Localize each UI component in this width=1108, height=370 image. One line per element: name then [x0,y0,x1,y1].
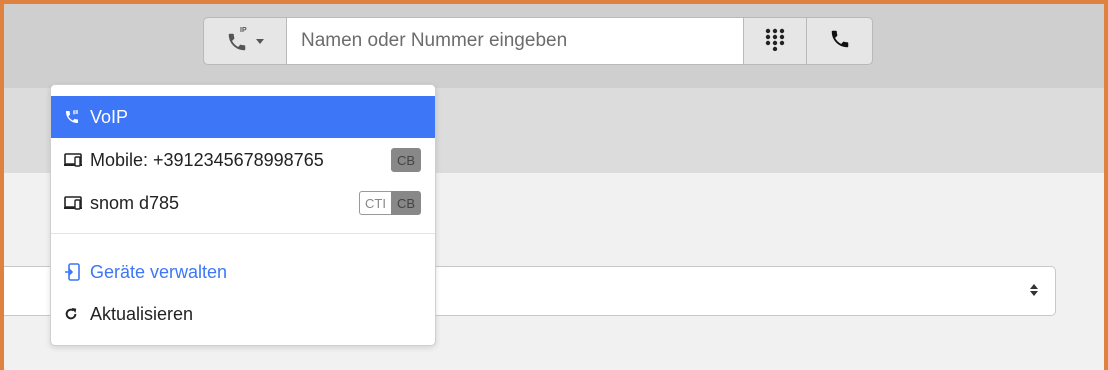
capability-badges: CB [390,148,421,172]
refresh-item[interactable]: Aktualisieren [51,293,435,335]
cb-badge: CB [390,148,421,172]
devices-icon [64,153,90,167]
device-dropdown-menu: VoIP Mobile: +3912345678998765 CB snom d… [50,84,436,346]
cti-badge: CTI [358,191,391,215]
phone-icon [829,28,851,55]
search-input[interactable] [287,17,743,65]
devices-icon [64,196,90,210]
capability-badges: CTI CB [358,191,421,215]
manage-devices-link[interactable]: Geräte verwalten [51,251,435,293]
menu-item-snom[interactable]: snom d785 CTI CB [51,182,435,224]
menu-item-voip[interactable]: VoIP [51,96,435,138]
dialpad-button[interactable] [743,17,807,65]
menu-divider [51,233,435,234]
phone-ip-icon [64,109,90,125]
refresh-icon [64,307,90,321]
call-button[interactable] [807,17,873,65]
sort-arrows-icon [1029,282,1039,303]
menu-item-mobile[interactable]: Mobile: +3912345678998765 CB [51,139,435,181]
menu-item-label: Mobile: +3912345678998765 [90,149,324,170]
menu-item-label: snom d785 [90,192,180,213]
menu-item-label: VoIP [90,106,129,127]
refresh-label: Aktualisieren [90,303,194,324]
phone-ip-icon: IP [226,27,250,53]
call-bar: IP [203,17,873,65]
dialpad-icon [764,27,786,56]
device-toggle-button[interactable]: IP [203,17,287,65]
app-frame: IP Namen oder Nummer eingeben VoIP Mobil… [0,0,1108,370]
manage-devices-label: Geräte verwalten [90,261,228,282]
manage-devices-icon [64,263,90,281]
caret-down-icon [256,38,264,44]
cb-badge: CB [390,191,421,215]
ip-label: IP [240,27,247,34]
